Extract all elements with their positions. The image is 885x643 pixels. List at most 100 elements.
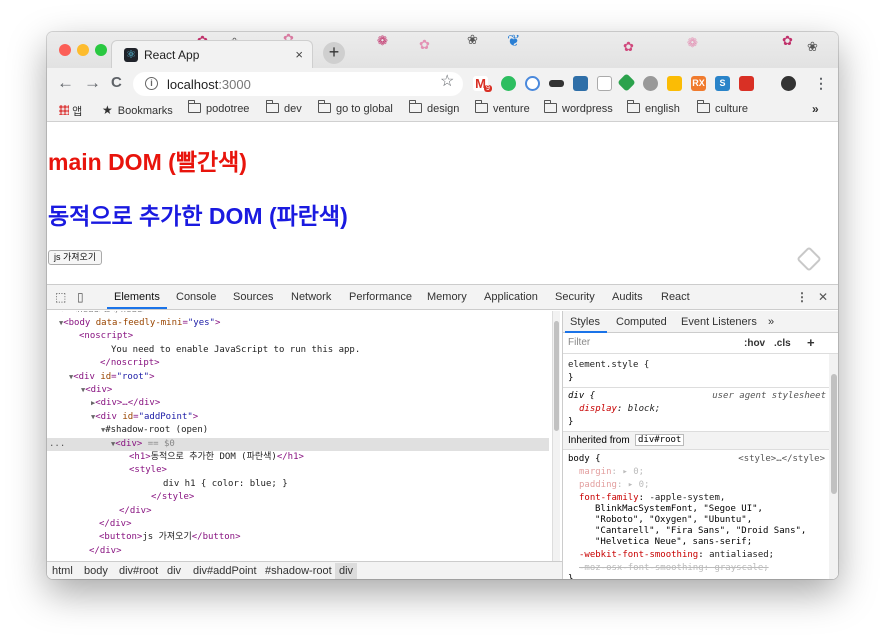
inspect-element-icon[interactable]: ⬚ bbox=[55, 290, 66, 304]
bookmark-folder-wordpress[interactable]: wordpress bbox=[544, 100, 613, 115]
record-extension-icon[interactable] bbox=[739, 76, 754, 91]
styles-overflow-icon[interactable]: » bbox=[768, 316, 774, 328]
browser-menu-icon[interactable]: ⋮ bbox=[814, 75, 828, 92]
close-window-button[interactable] bbox=[59, 44, 71, 56]
tab-react-app[interactable]: ⚛ React App × bbox=[111, 40, 313, 68]
evernote-icon[interactable] bbox=[501, 76, 516, 91]
feedly-mini-icon[interactable] bbox=[796, 246, 822, 272]
breadcrumb-body[interactable]: body bbox=[84, 565, 108, 577]
tree-line-style-close[interactable]: </style> bbox=[151, 491, 552, 504]
styles-filter-input[interactable]: Filter bbox=[568, 337, 590, 348]
style-source-link[interactable]: <style>…</style> bbox=[738, 454, 825, 464]
elements-scrollbar-thumb[interactable] bbox=[554, 321, 559, 431]
apps-grid-icon[interactable]: 앱 bbox=[59, 103, 82, 119]
tree-line-style[interactable]: <style> bbox=[129, 464, 552, 477]
element-style-rule[interactable]: element.style { bbox=[568, 360, 649, 370]
webkit-smoothing-declaration[interactable]: -webkit-font-smoothing: antialiased; bbox=[579, 550, 774, 560]
new-tab-button[interactable]: + bbox=[323, 42, 345, 64]
tab-memory[interactable]: Memory bbox=[427, 291, 467, 303]
tab-close-icon[interactable]: × bbox=[295, 47, 303, 62]
tree-line-div-close[interactable]: </div> bbox=[119, 505, 552, 518]
moz-smoothing-declaration[interactable]: -moz-osx-font-smoothing: grayscale; bbox=[579, 563, 769, 573]
maximize-window-button[interactable] bbox=[95, 44, 107, 56]
inherited-node-link[interactable]: div#root bbox=[635, 434, 685, 446]
tab-network[interactable]: Network bbox=[291, 291, 331, 303]
padding-declaration[interactable]: padding: ▸ 0; bbox=[579, 480, 649, 490]
forward-arrow-icon[interactable]: → bbox=[84, 73, 101, 93]
devtools-close-icon[interactable]: ✕ bbox=[818, 290, 828, 304]
tree-line-addpoint-close[interactable]: </div> bbox=[99, 518, 552, 531]
tab-event-listeners[interactable]: Event Listeners bbox=[681, 316, 757, 328]
elements-scrollbar[interactable] bbox=[552, 311, 560, 561]
address-bar[interactable]: i localhost:3000 bbox=[133, 72, 463, 96]
tree-line-body[interactable]: ▼<body data-feedly-mini="yes"> bbox=[59, 317, 552, 330]
drive-extension-icon[interactable] bbox=[667, 76, 682, 91]
tab-sources[interactable]: Sources bbox=[233, 291, 273, 303]
breadcrumb-div-root[interactable]: div#root bbox=[119, 565, 158, 577]
profile-avatar[interactable] bbox=[781, 76, 796, 91]
tree-line-button[interactable]: <button>js 가져오기</button> bbox=[99, 531, 552, 544]
cloud-extension-icon[interactable] bbox=[643, 76, 658, 91]
styles-scrollbar-thumb[interactable] bbox=[831, 374, 837, 494]
tab-react[interactable]: React bbox=[661, 291, 690, 303]
tab-audits[interactable]: Audits bbox=[612, 291, 643, 303]
bookmark-folder-podotree[interactable]: podotree bbox=[188, 100, 249, 115]
back-arrow-icon[interactable]: ← bbox=[57, 73, 74, 93]
bookmark-folder-culture[interactable]: culture bbox=[697, 100, 748, 115]
tree-line-root-close[interactable]: </div> bbox=[89, 545, 552, 558]
tree-line-div[interactable]: ▼<div> bbox=[81, 384, 552, 397]
breadcrumb-div-addpoint[interactable]: div#addPoint bbox=[193, 565, 257, 577]
elements-tree[interactable]: ▸ <head>…</head> ▼<body data-feedly-mini… bbox=[47, 311, 552, 561]
info-icon[interactable]: i bbox=[145, 77, 158, 90]
bookmark-folder-go-to-global[interactable]: go to global bbox=[318, 100, 393, 115]
bookmark-folder-design[interactable]: design bbox=[409, 100, 459, 115]
glasses-extension-icon[interactable] bbox=[549, 80, 564, 87]
breadcrumb-shadow-root[interactable]: #shadow-root bbox=[265, 565, 332, 577]
add-rule-button[interactable]: + bbox=[807, 335, 815, 350]
display-declaration[interactable]: display: block; bbox=[579, 404, 660, 414]
s-extension-icon[interactable]: S bbox=[715, 76, 730, 91]
sync-extension-icon[interactable] bbox=[525, 76, 540, 91]
bookmark-folder-english[interactable]: english bbox=[627, 100, 680, 115]
minimize-window-button[interactable] bbox=[77, 44, 89, 56]
tree-line-div-collapsed[interactable]: ▶<div>…</div> bbox=[91, 397, 552, 410]
bookmarks-overflow-icon[interactable]: » bbox=[812, 102, 819, 116]
device-toolbar-icon[interactable]: ▯ bbox=[77, 290, 84, 304]
tree-line-div-addpoint[interactable]: ▼<div id="addPoint"> bbox=[91, 411, 552, 424]
div-rule-selector[interactable]: div { bbox=[568, 391, 595, 401]
feedly-extension-icon[interactable] bbox=[617, 73, 636, 92]
bookmark-bookmarks[interactable]: ★ Bookmarks bbox=[102, 103, 173, 117]
tree-line-noscript-text[interactable]: You need to enable JavaScript to run thi… bbox=[111, 344, 552, 357]
font-family-declaration[interactable]: font-family: -apple-system, bbox=[579, 493, 725, 503]
devtools-menu-icon[interactable]: ⋮ bbox=[796, 290, 808, 304]
styles-scrollbar[interactable] bbox=[829, 354, 838, 579]
tree-line-style-text[interactable]: div h1 { color: blue; } bbox=[163, 478, 552, 491]
tab-performance[interactable]: Performance bbox=[349, 291, 412, 303]
bookmark-star-icon[interactable]: ☆ bbox=[440, 71, 454, 91]
window-extension-icon[interactable] bbox=[597, 76, 612, 91]
tab-security[interactable]: Security bbox=[555, 291, 595, 303]
breadcrumb-div[interactable]: div bbox=[167, 565, 181, 577]
rx-extension-icon[interactable]: RX bbox=[691, 76, 706, 91]
tab-elements[interactable]: Elements bbox=[114, 291, 160, 303]
breadcrumb-div-selected[interactable]: div bbox=[335, 563, 358, 579]
tree-line-noscript-close[interactable]: </noscript> bbox=[100, 357, 552, 370]
tab-console[interactable]: Console bbox=[176, 291, 216, 303]
tree-line-div-root[interactable]: ▼<div id="root"> bbox=[69, 371, 552, 384]
tab-computed[interactable]: Computed bbox=[616, 316, 667, 328]
reload-icon[interactable]: C bbox=[111, 74, 122, 91]
breadcrumb-html[interactable]: html bbox=[52, 565, 73, 577]
tree-line-selected-div[interactable]: ... ▼<div> == $0 bbox=[47, 437, 549, 451]
bookmark-folder-dev[interactable]: dev bbox=[266, 100, 302, 115]
tab-styles[interactable]: Styles bbox=[570, 316, 600, 328]
margin-declaration[interactable]: margin: ▸ 0; bbox=[579, 467, 644, 477]
screen-extension-icon[interactable] bbox=[573, 76, 588, 91]
tree-line-h1[interactable]: <h1>동적으로 추가한 DOM (파란색)</h1> bbox=[129, 451, 552, 464]
tree-line-noscript[interactable]: <noscript> bbox=[79, 330, 552, 343]
tree-line-shadow-root[interactable]: ▼#shadow-root (open) bbox=[101, 424, 552, 437]
class-toggle-button[interactable]: .cls bbox=[774, 338, 791, 349]
tab-application[interactable]: Application bbox=[484, 291, 538, 303]
body-rule-selector[interactable]: body { bbox=[568, 454, 601, 464]
bookmark-folder-venture[interactable]: venture bbox=[475, 100, 530, 115]
hover-state-button[interactable]: :hov bbox=[744, 338, 765, 349]
